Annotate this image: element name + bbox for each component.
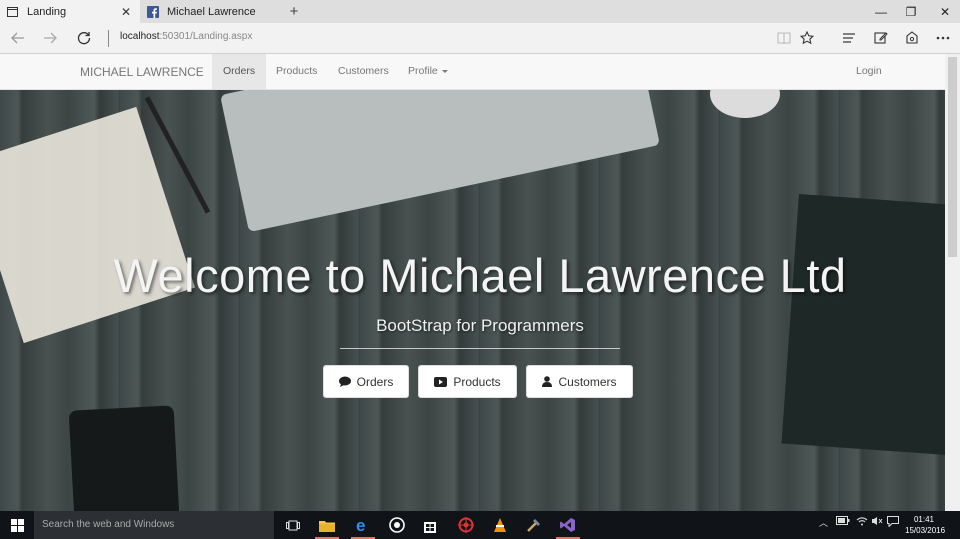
nav-orders[interactable]: Orders (212, 54, 267, 89)
more-dots-icon (936, 36, 950, 40)
hero-orders-button[interactable]: Orders (323, 365, 409, 398)
minimize-button[interactable]: — (866, 0, 896, 23)
tab-michael-lawrence[interactable]: Michael Lawrence (140, 0, 280, 23)
task-view-icon[interactable] (279, 513, 307, 537)
web-note-button[interactable] (869, 27, 893, 49)
share-icon (906, 31, 918, 44)
nav-login[interactable]: Login (845, 54, 893, 89)
hero-section: Welcome to Michael Lawrence Ltd BootStra… (0, 90, 945, 511)
forward-button[interactable] (38, 27, 62, 49)
back-arrow-icon (11, 32, 24, 44)
taskbar-search-placeholder: Search the web and Windows (42, 519, 175, 530)
tab-close-icon[interactable]: ✕ (118, 5, 134, 19)
more-button[interactable] (931, 27, 955, 49)
close-window-button[interactable]: ✕ (930, 0, 960, 23)
volume-icon[interactable] (871, 516, 883, 528)
start-button[interactable] (0, 511, 34, 539)
nav-customers[interactable]: Customers (327, 54, 400, 89)
facebook-icon (146, 5, 159, 18)
svg-text:e: e (356, 517, 365, 533)
hero-orders-label: Orders (356, 374, 394, 389)
target-app-icon[interactable] (452, 513, 480, 537)
nav-profile-dropdown[interactable]: Profile (397, 54, 459, 89)
windows-taskbar: Search the web and Windows e ︿ 01:41 15/… (0, 511, 960, 539)
hero-divider (340, 348, 620, 349)
hero-products-button[interactable]: Products (418, 365, 517, 398)
share-button[interactable] (900, 27, 924, 49)
reading-view-button[interactable] (772, 27, 796, 49)
caret-down-icon (441, 69, 448, 73)
store-icon[interactable] (416, 513, 444, 537)
address-bar[interactable]: localhost:50301/Landing.aspx (120, 31, 252, 42)
pen-square-icon (874, 32, 888, 44)
hero-customers-label: Customers (558, 374, 617, 389)
browser-toolbar: localhost:50301/Landing.aspx (0, 23, 960, 54)
hub-button[interactable] (837, 27, 861, 49)
hero-title: Welcome to Michael Lawrence Ltd (113, 249, 847, 302)
notebook-image (0, 106, 195, 344)
clock-time: 01:41 (913, 515, 935, 524)
mouse-image (710, 90, 780, 118)
book-icon (777, 32, 791, 44)
windows-logo-icon (10, 518, 24, 532)
forward-arrow-icon (44, 32, 57, 44)
restore-button[interactable]: ❐ (896, 0, 926, 23)
hero-subtitle: BootStrap for Programmers (376, 316, 584, 335)
tab-label: Michael Lawrence (167, 5, 256, 18)
media-player-icon[interactable] (383, 513, 411, 537)
action-center-icon[interactable] (887, 516, 899, 529)
taskbar-clock[interactable]: 01:41 15/03/2016 (905, 514, 946, 536)
tab-landing[interactable]: Landing ✕ (0, 0, 140, 23)
vlc-icon[interactable] (486, 513, 514, 537)
tab-label: Landing (27, 5, 67, 18)
nav-products[interactable]: Products (265, 54, 328, 89)
back-button[interactable] (6, 27, 30, 49)
wifi-icon[interactable] (856, 516, 868, 528)
scrollbar-thumb[interactable] (948, 57, 957, 257)
refresh-button[interactable] (72, 27, 96, 49)
address-separator (108, 30, 109, 47)
file-explorer-icon[interactable] (313, 513, 341, 539)
youtube-play-icon (434, 376, 448, 387)
site-navbar: MICHAEL LAWRENCE Orders Products Custome… (0, 54, 945, 90)
phone-image (68, 405, 181, 511)
hero-products-label: Products (453, 374, 501, 389)
hub-icon (843, 33, 855, 43)
new-tab-button[interactable]: + (285, 0, 303, 23)
taskbar-search[interactable]: Search the web and Windows (34, 511, 274, 539)
tools-app-icon[interactable] (520, 513, 548, 537)
page-scrollbar[interactable] (945, 54, 960, 511)
laptop-image (220, 90, 660, 233)
refresh-icon (77, 32, 91, 45)
favorite-button[interactable] (795, 27, 819, 49)
page-icon (6, 5, 19, 18)
edge-browser-icon[interactable]: e (349, 513, 377, 539)
comment-icon (338, 376, 351, 387)
visual-studio-icon[interactable] (554, 513, 582, 539)
nav-profile-label: Profile (408, 65, 438, 77)
user-icon (542, 376, 553, 387)
browser-tab-strip: Landing ✕ Michael Lawrence + — ❐ ✕ (0, 0, 960, 23)
clock-date: 15/03/2016 (905, 526, 946, 535)
hero-customers-button[interactable]: Customers (526, 365, 633, 398)
address-path: :50301/Landing.aspx (159, 31, 253, 42)
site-brand[interactable]: MICHAEL LAWRENCE (80, 65, 204, 79)
battery-icon[interactable] (836, 516, 850, 527)
address-host: localhost (120, 31, 160, 42)
star-icon (800, 31, 814, 45)
tray-chevron-icon[interactable]: ︿ (819, 516, 828, 529)
